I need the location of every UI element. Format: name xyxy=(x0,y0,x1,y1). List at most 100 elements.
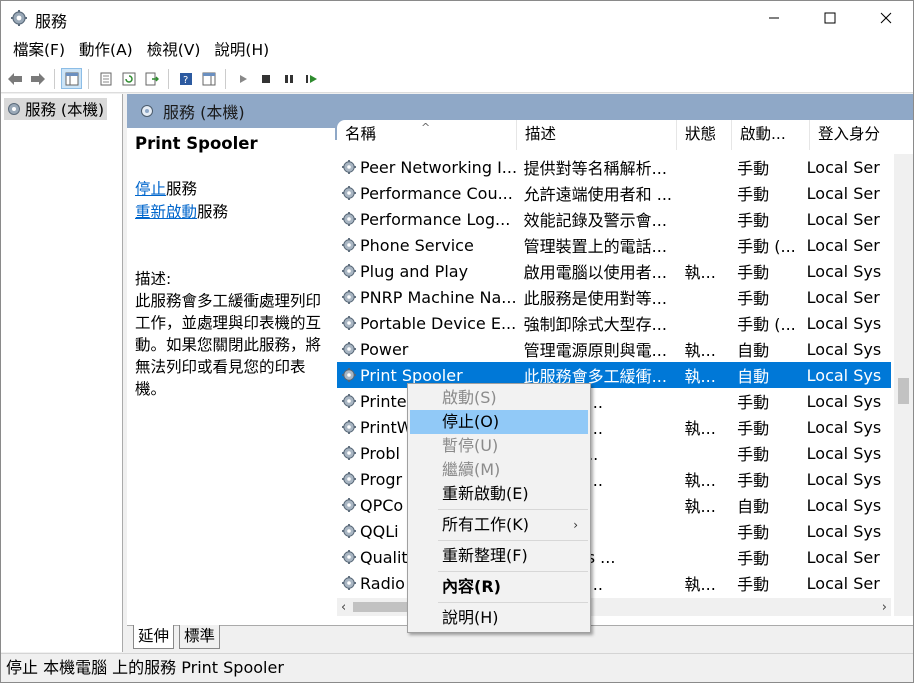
menu-view[interactable]: 檢視(V) xyxy=(140,35,208,65)
service-logon-cell: Local Sys xyxy=(806,417,882,437)
service-status-cell: 執... xyxy=(684,367,716,386)
stop-suffix: 服務 xyxy=(166,180,198,198)
back-button[interactable] xyxy=(4,68,25,89)
service-row[interactable]: PNRP Machine Na... 此服務是使用對等... 手動 Local Ser xyxy=(337,284,891,310)
context-menu-item[interactable]: 說明(H) xyxy=(408,606,590,630)
submenu-arrow-icon: › xyxy=(573,518,578,532)
stop-service-link[interactable]: 停止 xyxy=(135,180,166,198)
service-name-cell: Power xyxy=(337,340,516,359)
refresh-toolbar-button[interactable] xyxy=(118,68,139,89)
service-gear-icon xyxy=(342,186,356,200)
service-row[interactable]: Plug and Play 啟用電腦以使用者... 執... 手動 Local Sys xyxy=(337,258,891,284)
service-description-cell: 允許遠端使用者和 ... xyxy=(523,185,673,204)
services-gear-icon xyxy=(8,103,20,115)
service-gear-icon xyxy=(342,368,356,382)
service-logon-cell: Local Sys xyxy=(806,469,882,489)
menu-separator xyxy=(438,540,588,541)
service-startup-cell: 自動 xyxy=(737,341,770,360)
tree-item-services-local[interactable]: 服務 (本機) xyxy=(4,98,108,120)
service-gear-icon xyxy=(342,524,356,538)
restart-icon xyxy=(305,74,317,83)
service-gear-icon xyxy=(342,160,356,174)
service-logon-cell: Local Sys xyxy=(806,261,882,281)
restart-service-link[interactable]: 重新啟動 xyxy=(135,203,197,221)
show-console-tree-button[interactable] xyxy=(61,68,82,89)
toolbar-separator xyxy=(225,68,226,89)
back-arrow-icon xyxy=(7,72,22,85)
maximize-button[interactable] xyxy=(807,1,853,35)
column-header-log-on-as[interactable]: 登入身分 xyxy=(810,120,913,150)
properties-icon xyxy=(100,72,111,85)
show-hide-action-pane-button[interactable] xyxy=(198,68,219,89)
context-menu-item[interactable]: 內容(R) xyxy=(408,575,590,599)
help-toolbar-button[interactable]: ? xyxy=(175,68,196,89)
service-row[interactable]: Performance Cou... 允許遠端使用者和 ... 手動 Local Se… xyxy=(337,180,891,206)
service-startup-cell: 自動 xyxy=(737,367,770,386)
column-header-name[interactable]: 名稱 ^ xyxy=(337,120,517,150)
service-startup-cell: 手動 xyxy=(737,185,770,204)
service-status-cell: 執... xyxy=(684,341,716,360)
service-logon-cell: Local Sys xyxy=(806,495,882,515)
vertical-scrollbar[interactable] xyxy=(894,154,913,616)
toolbar-separator xyxy=(54,68,55,89)
column-header-description[interactable]: 描述 xyxy=(517,120,677,150)
pause-service-button[interactable] xyxy=(278,68,299,89)
console-tree-icon xyxy=(65,72,78,85)
stop-service-button[interactable] xyxy=(255,68,276,89)
service-status-cell: 執... xyxy=(684,419,716,438)
column-header-startup-type[interactable]: 啟動... xyxy=(732,120,810,150)
window-title: 服務 xyxy=(35,12,68,31)
service-row[interactable]: Power 管理電源原則與電... 執... 自動 Local Sys xyxy=(337,336,891,362)
service-logon-cell: Local Ser xyxy=(806,287,880,307)
context-menu-item[interactable]: 重新啟動(E) xyxy=(408,482,590,506)
context-menu-item[interactable]: 重新整理(F) xyxy=(408,544,590,568)
toolbar-separator xyxy=(168,68,169,89)
play-icon xyxy=(239,74,247,83)
context-menu: 啟動(S) 停止(O) 暫停(U) 繼續(M) 重新啟動(E) 所有工作(K) › 重新整理(… xyxy=(407,383,591,633)
close-button[interactable] xyxy=(863,1,909,35)
scroll-right-icon[interactable]: › xyxy=(882,600,887,615)
export-list-button[interactable] xyxy=(141,68,162,89)
description-label: 描述: xyxy=(135,270,172,288)
start-service-button[interactable] xyxy=(232,68,253,89)
service-status-cell: 執... xyxy=(684,263,716,282)
forward-button[interactable] xyxy=(27,68,48,89)
service-description-cell: 管理電源原則與電... xyxy=(523,341,667,360)
service-logon-cell: Local Ser xyxy=(806,157,880,177)
panel-header-title: 服務 (本機) xyxy=(163,103,245,122)
tab-extended[interactable]: 延伸 xyxy=(133,625,175,649)
service-description: 描述: 此服務會多工緩衝處理列印工作，並處理與印表機的互動。如果您關閉此服務，將… xyxy=(135,268,327,400)
vertical-scroll-thumb[interactable] xyxy=(898,378,909,404)
service-row[interactable]: Portable Device E... 強制卸除式大型存... 手動 (... Lo… xyxy=(337,310,891,336)
column-header-status[interactable]: 狀態 xyxy=(677,120,732,150)
service-gear-icon xyxy=(342,576,356,590)
service-row[interactable]: Peer Networking I... 提供對等名稱解析... 手動 Local S… xyxy=(337,154,891,180)
service-description-cell: 管理裝置上的電話... xyxy=(523,237,667,256)
service-name-cell: Phone Service xyxy=(337,236,516,255)
context-menu-item[interactable]: 所有工作(K) › xyxy=(408,513,590,537)
service-gear-icon xyxy=(342,394,356,408)
service-row[interactable]: Performance Log... 效能記錄及警示會... 手動 Local Ser xyxy=(337,206,891,232)
menu-help[interactable]: 說明(H) xyxy=(207,35,276,65)
tab-standard[interactable]: 標準 xyxy=(179,625,221,649)
minimize-button[interactable] xyxy=(751,1,797,35)
service-status-cell: 執... xyxy=(684,575,716,594)
menu-action[interactable]: 動作(A) xyxy=(72,35,140,65)
action-pane-icon xyxy=(202,72,215,85)
service-startup-cell: 手動 xyxy=(737,289,770,308)
context-menu-item[interactable]: 停止(O) xyxy=(410,410,588,434)
service-logon-cell: Local Ser xyxy=(806,209,880,229)
menu-separator xyxy=(438,509,588,510)
scroll-left-icon[interactable]: ‹ xyxy=(341,600,346,615)
service-logon-cell: Local Sys xyxy=(806,365,882,385)
service-startup-cell: 手動 xyxy=(737,575,770,594)
menu-file[interactable]: 檔案(F) xyxy=(6,35,72,65)
service-row[interactable]: Phone Service 管理裝置上的電話... 手動 (... Local Ser xyxy=(337,232,891,258)
restart-service-button[interactable] xyxy=(301,68,322,89)
properties-toolbar-button[interactable] xyxy=(95,68,116,89)
context-menu-item: 啟動(S) xyxy=(442,388,497,407)
service-startup-cell: 手動 (... xyxy=(737,315,796,334)
toolbar-separator xyxy=(88,68,89,89)
sort-ascending-icon: ^ xyxy=(421,121,431,134)
service-gear-icon xyxy=(342,550,356,564)
